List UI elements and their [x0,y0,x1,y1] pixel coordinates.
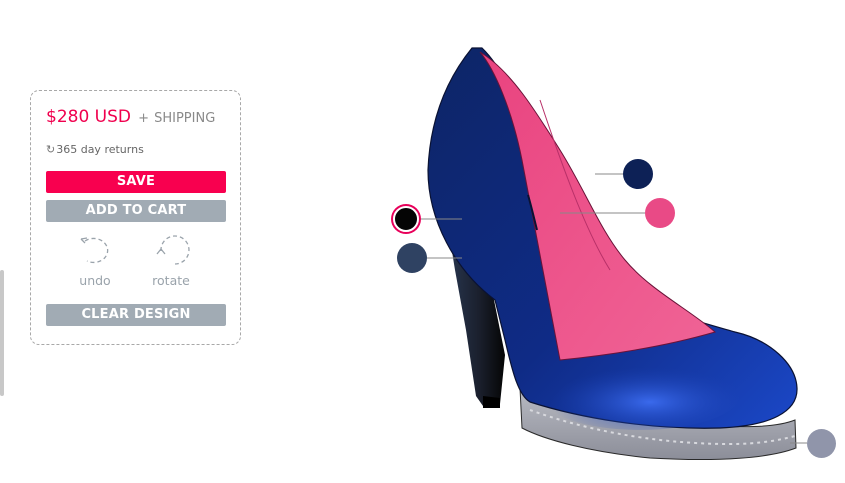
price-amount: $280 USD [46,107,131,127]
undo-icon [80,237,109,264]
rotate-icon [156,235,190,265]
refresh-icon: ↻ [46,143,56,156]
rotate-button[interactable]: rotate [141,233,201,288]
purchase-panel: $280 USD + SHIPPING ↻365 day returns SAV… [30,90,241,345]
price-row: $280 USD + SHIPPING [46,107,215,127]
undo-button[interactable]: undo [65,233,125,288]
shoe-preview[interactable] [360,30,810,470]
lining-color-swatch[interactable] [645,198,675,228]
lining-black-swatch[interactable] [393,206,419,232]
add-to-cart-button[interactable]: ADD TO CART [46,200,226,222]
returns-text: 365 day returns [56,143,144,156]
undo-label: undo [79,273,111,288]
returns-info: ↻365 day returns [46,143,144,156]
heel-color-swatch[interactable] [397,243,427,273]
rotate-label: rotate [152,273,190,288]
shoe-designer-page: $280 USD + SHIPPING ↻365 day returns SAV… [0,0,845,483]
upper-color-swatch[interactable] [623,159,653,189]
clear-design-button[interactable]: CLEAR DESIGN [46,304,226,326]
side-scroll-handle[interactable] [0,270,4,396]
price-separator: + [138,111,149,126]
sole-color-swatch[interactable] [807,429,836,458]
shipping-label: SHIPPING [154,111,216,126]
save-button[interactable]: SAVE [46,171,226,193]
